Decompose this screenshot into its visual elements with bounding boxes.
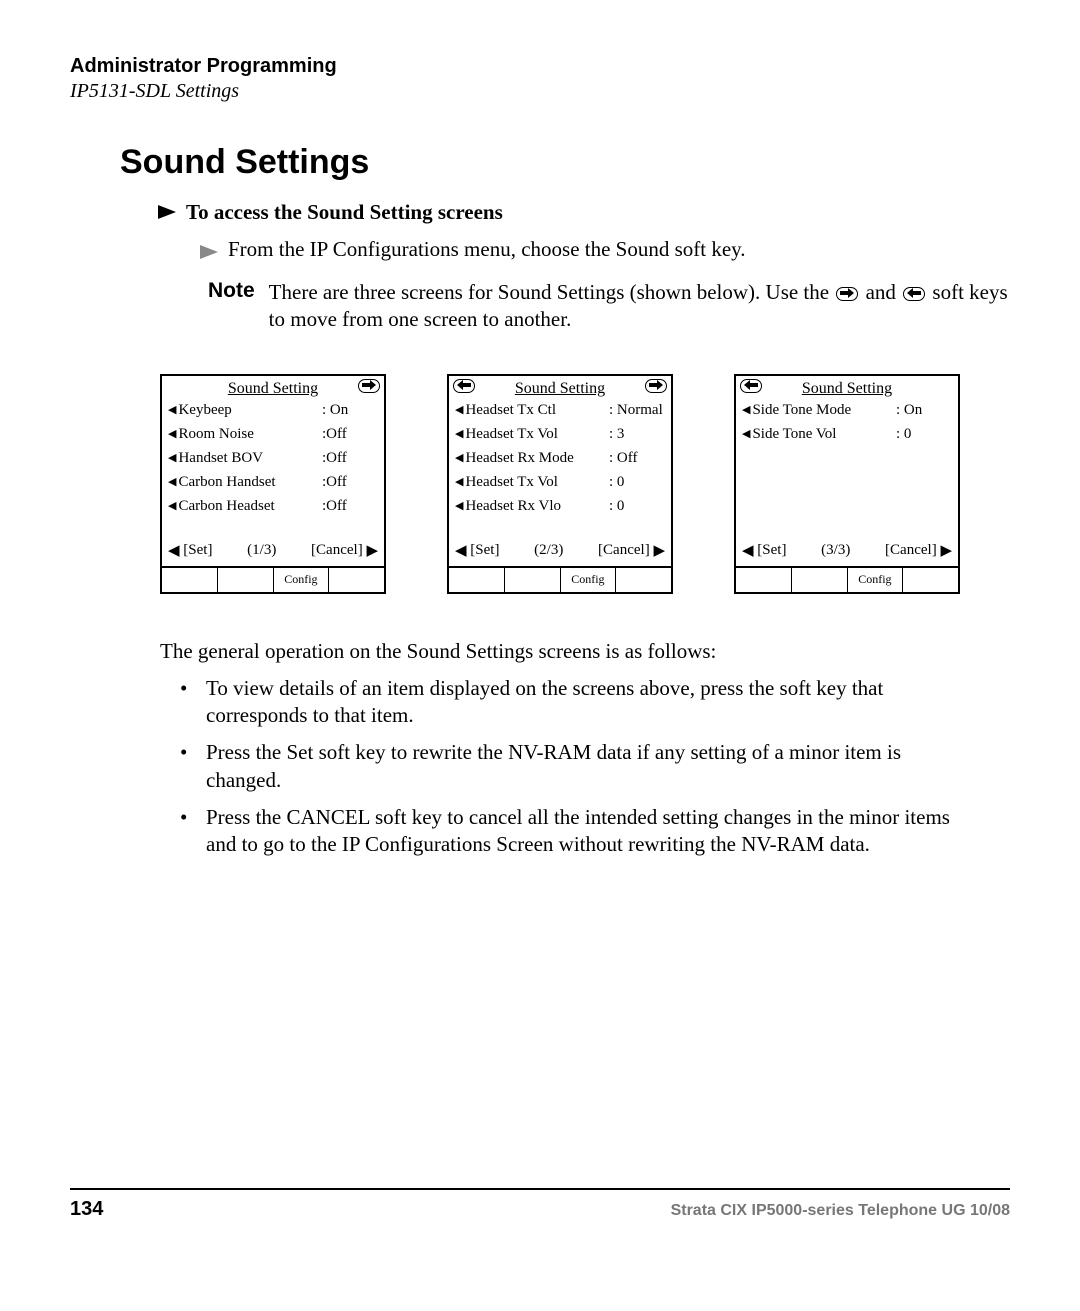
list-item[interactable]: ◀Side Tone Vol: 0: [742, 426, 952, 450]
list-item: Press the Set soft key to rewrite the NV…: [180, 739, 960, 794]
set-softkey[interactable]: ◀ [Set]: [455, 541, 499, 560]
softkey-blank[interactable]: [329, 568, 384, 592]
page-indicator: (1/3): [247, 542, 276, 559]
list-item[interactable]: ◀Headset Tx Vol: 3: [455, 426, 665, 450]
nav-right-icon: [836, 287, 858, 301]
list-item[interactable]: ◀Side Tone Mode: On: [742, 402, 952, 426]
cancel-softkey[interactable]: [Cancel] ▶: [311, 541, 378, 560]
list-item[interactable]: ◀Room Noise:Off: [168, 426, 378, 450]
set-softkey[interactable]: ◀ [Set]: [168, 541, 212, 560]
screen2-title: Sound Setting: [455, 380, 665, 398]
access-instruction: From the IP Configurations menu, choose …: [228, 237, 746, 262]
page-indicator: (2/3): [534, 542, 563, 559]
nav-left-icon[interactable]: [740, 378, 762, 395]
doc-title-footer: Strata CIX IP5000-series Telephone UG 10…: [671, 1202, 1010, 1220]
set-softkey[interactable]: ◀ [Set]: [742, 541, 786, 560]
cancel-softkey[interactable]: [Cancel] ▶: [885, 541, 952, 560]
access-heading: To access the Sound Setting screens: [186, 200, 503, 225]
page-number: 134: [70, 1198, 103, 1221]
sound-setting-screens: Sound Setting ◀Keybeep: On ◀Room Noise:O…: [160, 374, 960, 594]
screen3-title: Sound Setting: [802, 380, 892, 398]
page-footer: 134 Strata CIX IP5000-series Telephone U…: [70, 1188, 1010, 1221]
list-item[interactable]: ◀Keybeep: On: [168, 402, 378, 426]
softkey-blank[interactable]: [736, 568, 792, 592]
list-item[interactable]: ◀Headset Rx Mode: Off: [455, 450, 665, 474]
softkey-config[interactable]: Config: [848, 568, 904, 592]
softkey-blank[interactable]: [162, 568, 218, 592]
screen1-title: Sound Setting: [168, 380, 378, 398]
softkey-config[interactable]: Config: [561, 568, 617, 592]
softkey-blank[interactable]: [505, 568, 561, 592]
list-item[interactable]: ◀Headset Tx Ctl: Normal: [455, 402, 665, 426]
sound-screen-3: Sound Setting ◀Side Tone Mode: On ◀Side …: [734, 374, 960, 594]
cancel-softkey[interactable]: [Cancel] ▶: [598, 541, 665, 560]
sound-screen-2: Sound Setting ◀Headset Tx Ctl: Normal ◀H…: [447, 374, 673, 594]
page-header-sub: IP5131-SDL Settings: [70, 80, 1010, 103]
list-item[interactable]: ◀Handset BOV:Off: [168, 450, 378, 474]
arrow-right-outline-icon: [200, 240, 218, 265]
softkey-blank[interactable]: [449, 568, 505, 592]
softkey-config[interactable]: Config: [274, 568, 330, 592]
general-operation-list: To view details of an item displayed on …: [180, 675, 960, 859]
list-item: Press the CANCEL soft key to cancel all …: [180, 804, 960, 859]
page-header-section: Administrator Programming: [70, 55, 1010, 78]
softkey-blank[interactable]: [792, 568, 848, 592]
softkey-blank[interactable]: [616, 568, 671, 592]
page-indicator: (3/3): [821, 542, 850, 559]
list-item[interactable]: ◀Carbon Handset:Off: [168, 474, 378, 498]
list-item[interactable]: ◀Carbon Headset:Off: [168, 498, 378, 522]
arrow-right-icon: [158, 200, 176, 225]
softkey-blank[interactable]: [218, 568, 274, 592]
nav-right-icon[interactable]: [358, 378, 380, 395]
general-operation-intro: The general operation on the Sound Setti…: [160, 638, 960, 665]
sound-screen-1: Sound Setting ◀Keybeep: On ◀Room Noise:O…: [160, 374, 386, 594]
nav-left-icon: [903, 287, 925, 301]
note-label: Note: [208, 279, 255, 303]
list-item: To view details of an item displayed on …: [180, 675, 960, 730]
note-text: There are three screens for Sound Settin…: [269, 279, 1010, 334]
softkey-blank[interactable]: [903, 568, 958, 592]
nav-right-icon[interactable]: [645, 378, 667, 395]
list-item[interactable]: ◀Headset Rx Vlo: 0: [455, 498, 665, 522]
page-title: Sound Settings: [120, 143, 1010, 182]
list-item[interactable]: ◀Headset Tx Vol: 0: [455, 474, 665, 498]
nav-left-icon[interactable]: [453, 378, 475, 395]
